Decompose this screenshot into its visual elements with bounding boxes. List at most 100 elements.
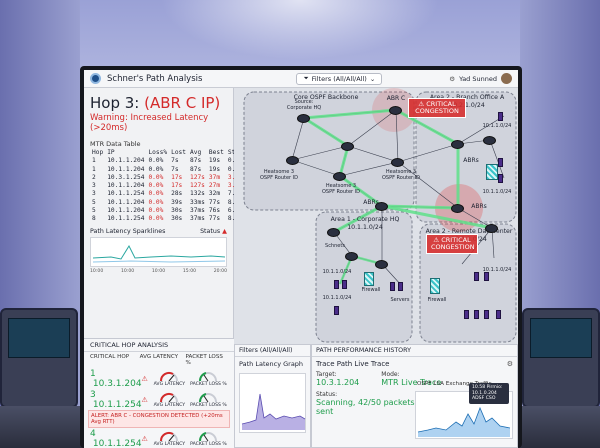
router-core-1[interactable]: [341, 142, 354, 151]
right-console: [522, 308, 600, 408]
server-icon: [498, 158, 503, 167]
firewall-icon: [430, 278, 440, 294]
net-label-d: 10.1.1.0/24: [482, 189, 512, 195]
mtr-row[interactable]: 510.1.1.2040.0%39s33ms77s8.8: [90, 199, 248, 207]
mtr-col-header: Avg: [190, 149, 202, 156]
mtr-cell: 37ms: [190, 215, 205, 223]
app-title: Schner's Path Analysis: [107, 73, 203, 84]
area1-label: Area 1 - Corporate HQ: [330, 216, 400, 223]
mtr-col-header: Lost: [171, 149, 186, 156]
mtr-cell: 10.1.1.204: [107, 207, 145, 215]
router-heatsome-2[interactable]: [391, 158, 404, 167]
packet-loss-gauge: PACKET LOSS %: [189, 391, 228, 408]
col-packet-loss: PACKET LOSS %: [185, 354, 223, 366]
net-label-c: 10.1.1.0/24: [482, 123, 512, 129]
chevron-down-icon: ⌄: [369, 74, 376, 83]
mtr-cell: 1: [92, 165, 96, 173]
sparkline-chart: [90, 236, 227, 267]
hop-title: Hop 3: (ABR C IP): [84, 88, 233, 112]
ospf-network-map[interactable]: Core OSPF Backbone Area 2 - Branch Offic…: [234, 88, 518, 344]
user-name: Yad Sunned: [459, 74, 497, 83]
packet-loss-gauge: PACKET LOSS %: [189, 370, 228, 387]
server-icon: [498, 112, 503, 121]
router-abr-left[interactable]: [375, 202, 388, 211]
sparkline-x-label: 10:00: [90, 268, 104, 274]
mtr-cell: 5: [92, 207, 96, 215]
mtr-cell: 33ms: [190, 198, 205, 206]
router-area1-3[interactable]: [375, 260, 388, 269]
left-console: [0, 308, 78, 408]
heatsome-label-1: Heatsome 3 OSPF Router ID: [259, 169, 299, 181]
user-menu[interactable]: ⚙ Yad Sunned: [449, 73, 512, 84]
mtr-col-header: Hop: [92, 149, 104, 156]
router-abr-right[interactable]: [451, 204, 464, 213]
mtr-cell: 8: [92, 215, 96, 223]
server-icon: [474, 310, 479, 319]
mtr-row[interactable]: 510.1.1.2040.0%30s37ms76s6.8: [90, 207, 248, 215]
col-critical-hop: CRITICAL HOP: [90, 354, 130, 360]
packet-loss-label: PACKET LOSS %: [190, 442, 227, 447]
router-branch-1[interactable]: [483, 136, 496, 145]
router-dc-1[interactable]: [485, 224, 498, 233]
hop-number: 1: [90, 368, 96, 379]
mtr-cell: 127s: [190, 182, 205, 190]
router-area1-2[interactable]: [345, 252, 358, 261]
critical-hop-id: 1 10.3.1.204: [90, 369, 142, 389]
mtr-cell: 0.0%: [148, 173, 164, 181]
sparkline-x-label: 20:00: [213, 268, 227, 274]
critical-congestion-badge-2: ⚠ CRITICAL CONGESTION: [426, 234, 478, 255]
abr-c-label: ABR C: [386, 95, 406, 102]
latency-warning: Warning: Increased Latency (>20ms): [90, 113, 209, 133]
filters-dropdown[interactable]: ⏷ Filters (All/All/All) ⌄: [296, 72, 383, 85]
sparkline-x-label: 10:00: [120, 268, 135, 274]
mtr-cell: 1: [92, 157, 96, 165]
avg-latency-label: AVG LATENCY: [153, 382, 186, 387]
sparkline-x-label: 10:00: [151, 268, 166, 274]
filters-panel-title: Filters (All/All/All): [235, 345, 310, 357]
critical-hop-row[interactable]: 4 10.1.1.254 ⚠ AVG LATENCY PACKET LOSS %: [84, 428, 234, 448]
server-icon: [334, 280, 339, 289]
mtr-cell: 77s: [208, 198, 221, 206]
server-icon: [342, 280, 347, 289]
mtr-row[interactable]: 310.1.1.2040.0%17s127s27m3.6: [90, 182, 248, 190]
settings-icon[interactable]: ⚙: [507, 360, 513, 368]
firewall-icon: [486, 164, 498, 180]
mtr-cell: 7s: [171, 157, 179, 165]
router-abr-a[interactable]: [451, 140, 464, 149]
target-value: 10.3.1.204: [316, 378, 360, 387]
critical-hop-row[interactable]: 1 10.3.1.204 ⚠ AVG LATENCY PACKET LOSS %: [84, 368, 234, 389]
status-alert-icon: ▲: [222, 227, 227, 235]
schnets-label: Schnets: [325, 243, 345, 249]
hop-number: 4: [90, 428, 96, 439]
avatar: [501, 73, 512, 84]
mtr-cell: 10.3.1.254: [107, 173, 145, 181]
mtr-cell: 2: [92, 173, 96, 181]
mtr-row[interactable]: 810.1.1.2540.0%30s37ms77s8.8: [90, 215, 248, 223]
hop-ip: 10.3.1.204: [92, 378, 142, 389]
router-source[interactable]: [297, 114, 310, 123]
server-icon: [398, 282, 403, 291]
router-area1-1[interactable]: [327, 228, 340, 237]
mtr-row[interactable]: 310.1.1.2540.0%28s132s32m7.6: [90, 190, 248, 198]
mtr-row[interactable]: 110.1.1.2040.0%7s87s19s0.s: [90, 166, 248, 174]
avg-latency-gauge: AVG LATENCY: [150, 430, 189, 447]
critical-hop-row[interactable]: 3 10.1.1.254 ⚠ AVG LATENCY PACKET LOSS %: [84, 389, 234, 410]
mtr-cell: 87s: [190, 157, 202, 165]
router-heatsome-1[interactable]: [286, 156, 299, 165]
router-abr-c[interactable]: [389, 106, 402, 115]
heatsome-label-3: Heatsome 3 OSPF Router ID: [321, 183, 361, 195]
packet-loss-label: PACKET LOSS %: [190, 382, 227, 387]
avg-latency-label: AVG LATENCY: [153, 442, 186, 447]
sparklines-status: Status ▲: [200, 228, 227, 235]
mtr-row[interactable]: 110.1.1.2040.0%7s87s19s0.s: [90, 157, 248, 165]
mtr-cell: 0.0%: [148, 182, 164, 190]
filter-icon: ⏷: [303, 74, 309, 82]
router-heatsome-3[interactable]: [333, 172, 346, 181]
mtr-row[interactable]: 210.3.1.2540.0%17s127s37m3.n: [90, 174, 248, 182]
source-label: Source: Corporate HQ: [286, 99, 322, 111]
mtr-cell: 132s: [190, 190, 205, 198]
mode-label: Mode:: [381, 371, 400, 378]
abrs-area-label: ABRs: [463, 157, 479, 164]
mtr-cell: 0.0%: [148, 165, 164, 173]
critical-hop-title: CRITICAL HOP ANALYSIS: [84, 339, 234, 352]
